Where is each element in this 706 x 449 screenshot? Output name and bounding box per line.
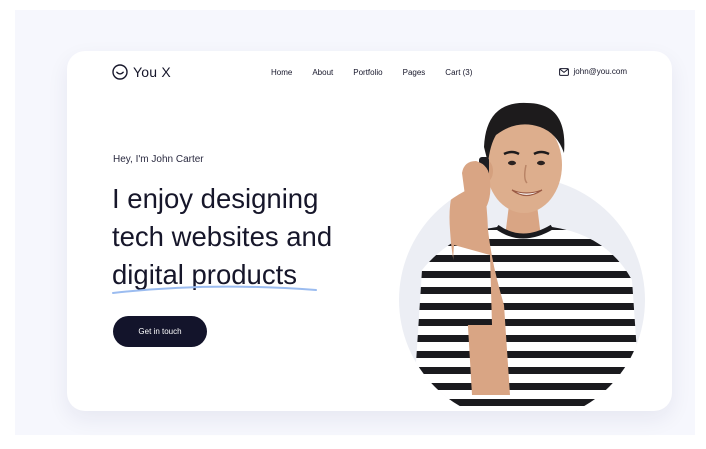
headline-underline: [112, 285, 317, 294]
intro-greeting: Hey, I'm John Carter: [113, 154, 204, 165]
hero-headline: I enjoy designing tech websites and digi…: [112, 180, 372, 294]
email-text: john@you.com: [573, 67, 627, 76]
nav-portfolio[interactable]: Portfolio: [353, 68, 382, 77]
hero-card: You X Home About Portfolio Pages Cart (3…: [67, 51, 672, 411]
page-background: You X Home About Portfolio Pages Cart (3…: [15, 10, 695, 435]
portrait-photo: [399, 102, 645, 411]
brand-name: You X: [133, 64, 171, 80]
mail-icon: [558, 67, 569, 76]
brand-logo[interactable]: You X: [112, 64, 171, 80]
get-in-touch-button[interactable]: Get in touch: [113, 316, 207, 347]
email-link[interactable]: john@you.com: [558, 67, 627, 76]
main-nav: Home About Portfolio Pages Cart (3): [271, 68, 492, 77]
nav-cart[interactable]: Cart (3): [445, 68, 472, 77]
nav-pages[interactable]: Pages: [403, 68, 426, 77]
nav-home[interactable]: Home: [271, 68, 292, 77]
headline-line: I enjoy designing: [112, 183, 319, 214]
headline-line: tech websites and: [112, 221, 333, 252]
smile-circle-icon: [112, 64, 128, 80]
nav-about[interactable]: About: [312, 68, 333, 77]
